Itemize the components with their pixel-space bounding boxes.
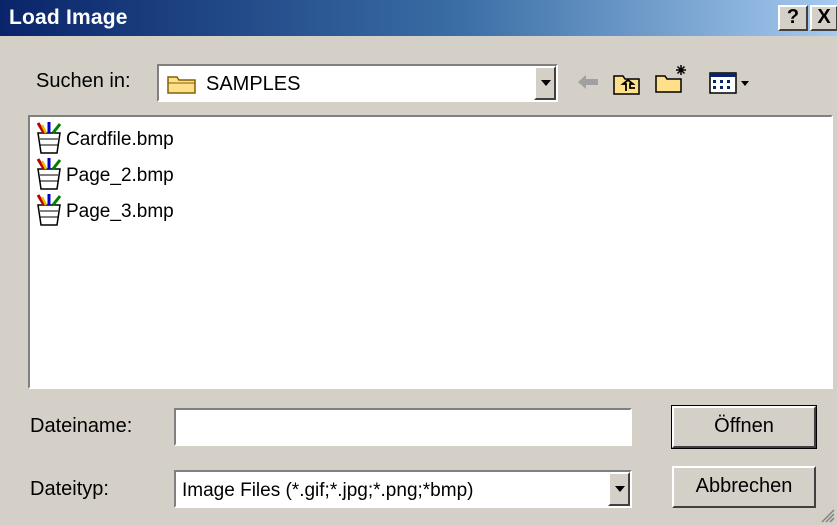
file-name: Page_2.bmp (66, 165, 174, 186)
lookin-label: Suchen in: (36, 70, 131, 92)
file-name: Page_3.bmp (66, 201, 174, 222)
up-folder-icon[interactable] (612, 70, 642, 96)
paint-bitmap-icon (36, 194, 62, 226)
resize-grip-icon[interactable] (819, 507, 835, 523)
help-button[interactable]: ? (778, 5, 808, 31)
back-arrow-icon[interactable] (576, 70, 602, 94)
filename-label: Dateiname: (30, 415, 133, 437)
load-image-dialog: Load Image ? X Suchen in: SAMPLES Cardfi… (0, 0, 837, 525)
lookin-dropdown-button[interactable] (534, 66, 556, 100)
new-folder-icon[interactable] (654, 62, 690, 94)
view-menu-icon[interactable] (708, 70, 754, 96)
paint-bitmap-icon (36, 122, 62, 154)
title-bar[interactable]: Load Image ? X (0, 0, 837, 36)
filetype-dropdown-button[interactable] (608, 472, 630, 506)
filetype-dropdown[interactable]: Image Files (*.gif;*.jpg;*.png;*bmp) (174, 470, 632, 508)
filetype-value: Image Files (*.gif;*.jpg;*.png;*bmp) (182, 480, 474, 501)
filename-input[interactable] (174, 408, 632, 446)
folder-icon (167, 76, 196, 94)
file-name: Cardfile.bmp (66, 129, 174, 150)
lookin-dropdown[interactable]: SAMPLES (157, 64, 558, 102)
window-title: Load Image (9, 6, 128, 29)
lookin-value: SAMPLES (206, 73, 301, 95)
close-button[interactable]: X (810, 5, 837, 31)
file-list[interactable]: Cardfile.bmp Page_2.bmp Page_3.bmp (28, 115, 833, 389)
open-button[interactable]: Öffnen (671, 405, 817, 449)
cancel-button[interactable]: Abbrechen (672, 466, 816, 508)
filetype-label: Dateityp: (30, 478, 109, 500)
paint-bitmap-icon (36, 158, 62, 190)
chevron-down-icon (541, 80, 551, 86)
chevron-down-icon (615, 486, 625, 492)
